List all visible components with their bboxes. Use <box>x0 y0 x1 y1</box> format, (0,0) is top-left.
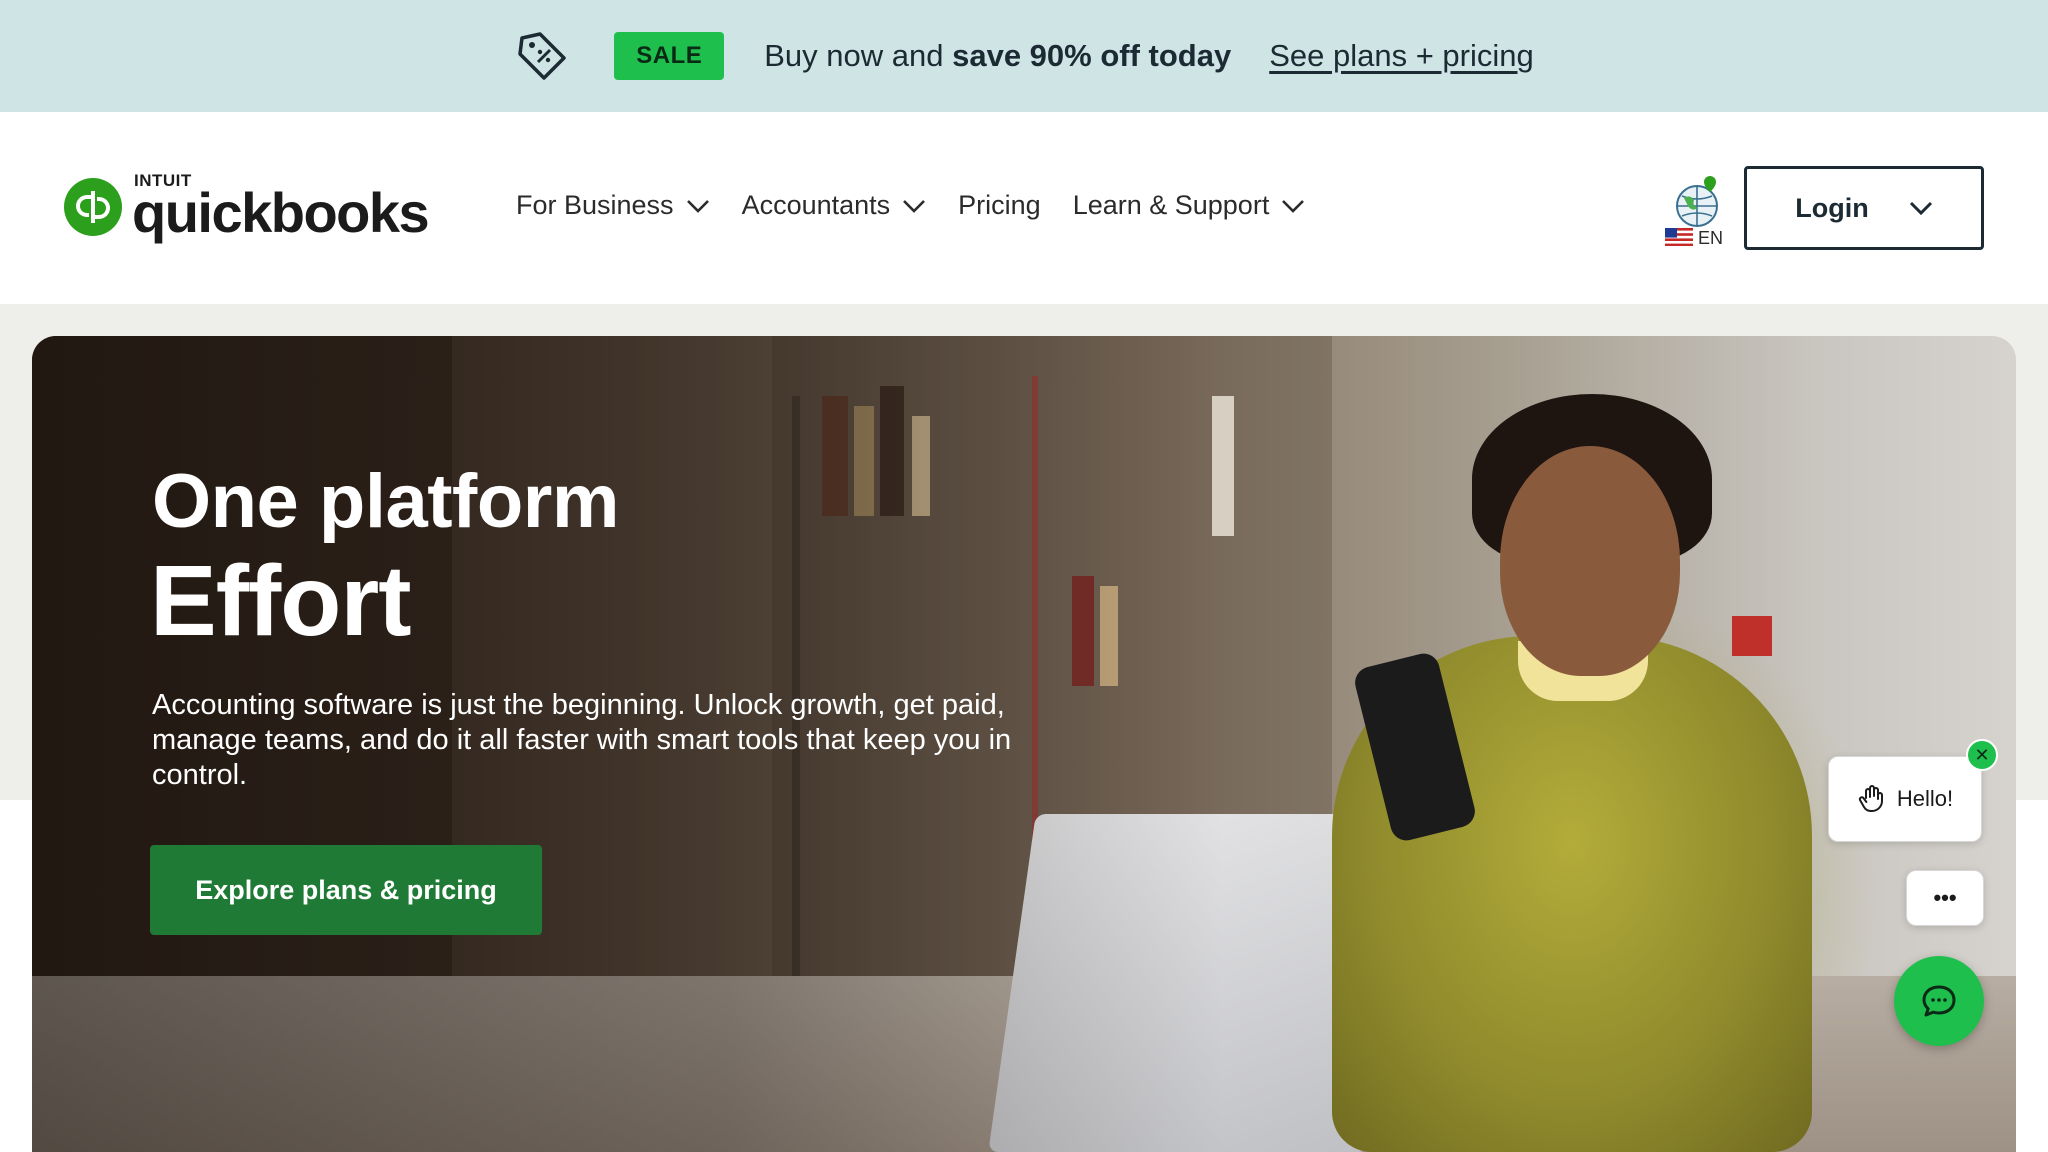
hero-description: Accounting software is just the beginnin… <box>152 689 1012 791</box>
chat-more-button[interactable]: ••• <box>1906 870 1984 926</box>
chat-launcher-button[interactable] <box>1894 956 1984 1046</box>
chevron-down-icon <box>903 199 926 213</box>
sale-badge: SALE <box>614 32 725 80</box>
chat-greeting-bubble[interactable]: Hello! <box>1828 756 1982 842</box>
chat-greeting-text: Hello! <box>1896 786 1954 811</box>
logo-quickbooks-text: quickbooks <box>132 181 430 244</box>
chevron-down-icon <box>686 199 709 213</box>
qb-logo-icon <box>64 177 122 236</box>
hero-rotating-word: Effort <box>150 545 412 657</box>
nav-pricing-label: Pricing <box>958 190 1041 220</box>
login-button[interactable]: Login <box>1744 166 1984 250</box>
nav-accountants[interactable]: Accountants <box>742 190 927 221</box>
nav-pricing[interactable]: Pricing <box>958 190 1041 221</box>
hero-title: One platform <box>152 459 619 544</box>
promo-highlight: save 90% off today <box>952 38 1232 73</box>
language-code[interactable]: EN <box>1698 228 1723 249</box>
promo-text: Buy now and save 90% off today <box>764 38 1232 73</box>
chat-bubble-icon <box>1922 985 1956 1017</box>
price-tag-icon <box>518 32 566 80</box>
chevron-down-icon <box>1909 201 1932 215</box>
login-label: Login <box>1795 192 1869 223</box>
waving-hand-icon <box>1858 785 1883 813</box>
chevron-down-icon <box>1282 199 1305 213</box>
see-plans-link[interactable]: See plans + pricing <box>1269 38 1534 74</box>
nav-for-business[interactable]: For Business <box>516 190 710 221</box>
us-flag-icon <box>1665 228 1693 246</box>
promo-banner: SALE Buy now and save 90% off today See … <box>0 0 2048 112</box>
quickbooks-logo[interactable]: INTUIT quickbooks <box>64 172 430 244</box>
nav-for-business-label: For Business <box>516 190 674 220</box>
nav-accountants-label: Accountants <box>741 190 891 220</box>
close-icon[interactable]: ✕ <box>1966 739 1998 771</box>
hero-section: One platform Effort Accounting software … <box>32 336 2016 1152</box>
main-nav: For Business Accountants Pricing Learn &… <box>516 190 1337 221</box>
site-header: INTUIT quickbooks For Business Accountan… <box>0 112 2048 304</box>
nav-learn-support[interactable]: Learn & Support <box>1073 190 1306 221</box>
nav-learn-support-label: Learn & Support <box>1072 190 1270 220</box>
explore-plans-button[interactable]: Explore plans & pricing <box>150 845 542 935</box>
